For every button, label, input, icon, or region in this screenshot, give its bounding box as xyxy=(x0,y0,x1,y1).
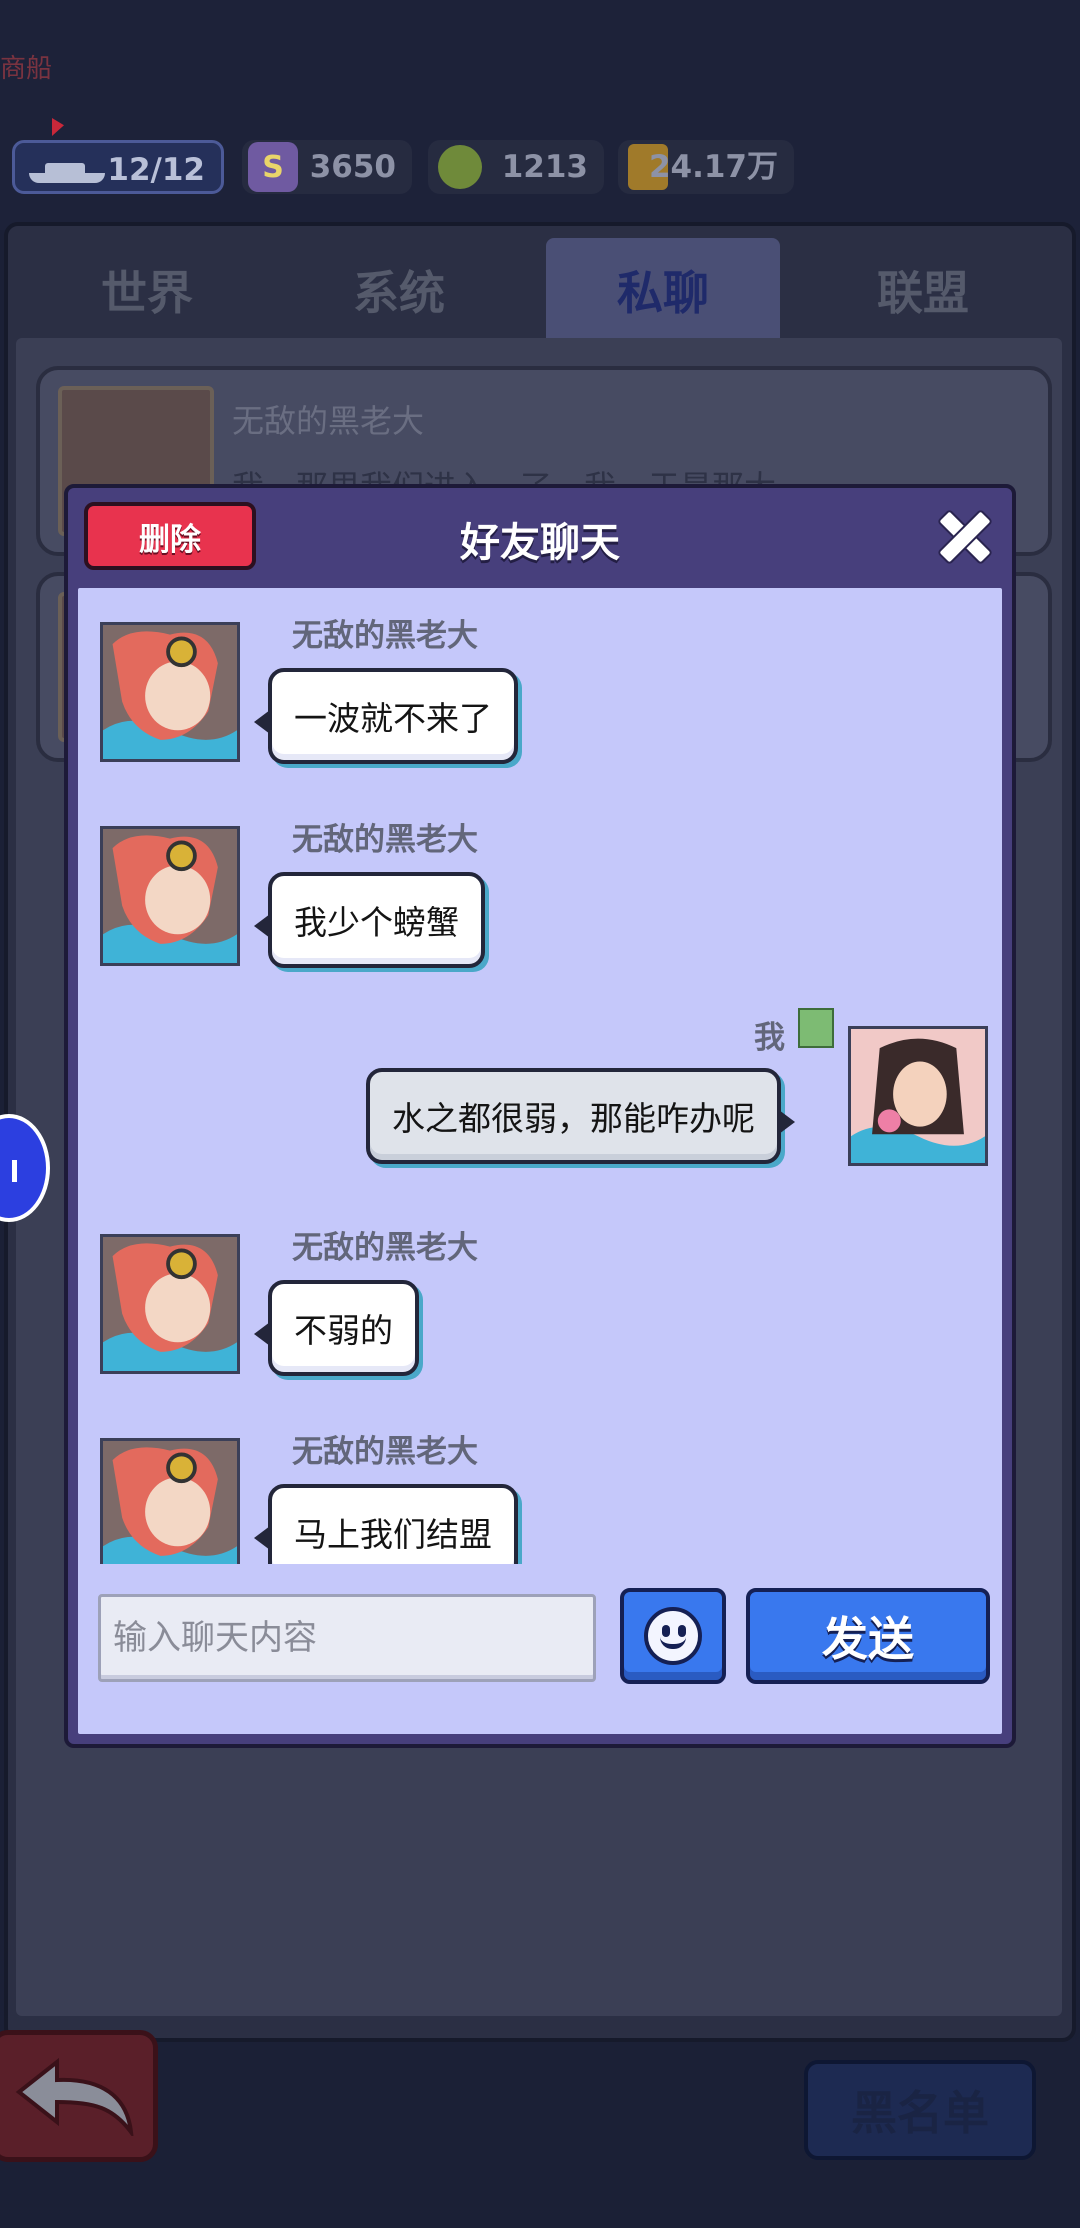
ship-count-resource[interactable]: 12/12 xyxy=(12,140,224,194)
avatar-portrait-icon xyxy=(103,625,237,759)
emoji-button[interactable] xyxy=(620,1588,726,1684)
chat-input[interactable] xyxy=(98,1594,596,1682)
chat-input-row: 发送 xyxy=(78,1588,1002,1698)
coin-icon: S xyxy=(248,142,298,192)
friend-chat-dialog: 删除 好友聊天 无敌的黑老大 一波就不来了 无敌的黑老大 我少个螃蟹 我 水之都… xyxy=(64,484,1016,1748)
avatar[interactable] xyxy=(100,826,240,966)
message-bubble: 我少个螃蟹 xyxy=(254,872,485,968)
send-button[interactable]: 发送 xyxy=(746,1588,990,1684)
my-message-bubble: 水之都很弱，那能咋办呢 xyxy=(366,1068,795,1164)
oil-value: 24.17万 xyxy=(648,149,778,185)
coin-value: 3650 xyxy=(309,149,396,185)
coin-resource[interactable]: S 3650 xyxy=(242,140,412,194)
avatar-portrait-icon xyxy=(103,829,237,963)
tab-system[interactable]: 系统 xyxy=(282,238,516,342)
avatar[interactable] xyxy=(100,622,240,762)
blacklist-button[interactable]: 黑名单 xyxy=(804,2060,1036,2160)
message-bubble: 一波就不来了 xyxy=(254,668,518,764)
dialog-body: 无敌的黑老大 一波就不来了 无敌的黑老大 我少个螃蟹 我 水之都很弱，那能咋办呢… xyxy=(78,588,1002,1734)
ship-count-value: 12/12 xyxy=(107,152,205,188)
my-avatar[interactable] xyxy=(848,1026,988,1166)
message-bubble: 马上我们结盟 xyxy=(254,1484,518,1564)
vip-badge-icon xyxy=(798,1008,834,1048)
tab-private[interactable]: 私聊 xyxy=(546,238,780,342)
avatar-portrait-icon xyxy=(103,1441,237,1564)
avatar-portrait-icon xyxy=(103,1237,237,1371)
sender-name: 无敌的黑老大 xyxy=(292,822,478,858)
conversation-name: 无敌的黑老大 xyxy=(232,402,425,440)
message-list[interactable]: 无敌的黑老大 一波就不来了 无敌的黑老大 我少个螃蟹 我 水之都很弱，那能咋办呢… xyxy=(78,588,1002,1564)
ship-icon xyxy=(29,157,105,183)
sender-name: 无敌的黑老大 xyxy=(292,618,478,654)
message-bubble: 不弱的 xyxy=(254,1280,419,1376)
sender-name: 无敌的黑老大 xyxy=(292,1230,478,1266)
avatar[interactable] xyxy=(100,1234,240,1374)
game-title: 商船 xyxy=(0,54,53,84)
sender-name-me: 我 xyxy=(754,1020,785,1056)
menu-icon xyxy=(12,1160,32,1182)
dialog-title: 好友聊天 xyxy=(460,520,620,566)
avatar-portrait-icon xyxy=(851,1029,985,1163)
food-resource[interactable]: 1213 xyxy=(428,140,604,194)
smiley-icon xyxy=(644,1607,702,1665)
sender-name: 无敌的黑老大 xyxy=(292,1434,478,1470)
food-icon xyxy=(438,145,482,189)
oil-resource[interactable]: 24.17万 xyxy=(618,140,794,194)
food-value: 1213 xyxy=(501,149,588,185)
close-icon[interactable] xyxy=(930,502,994,566)
tab-alliance[interactable]: 联盟 xyxy=(806,238,1040,342)
back-arrow-icon xyxy=(15,2057,134,2136)
chat-tabs: 世界 系统 私聊 联盟 xyxy=(30,238,1050,342)
back-button[interactable] xyxy=(0,2030,158,2162)
tab-world[interactable]: 世界 xyxy=(30,238,264,342)
avatar[interactable] xyxy=(100,1438,240,1564)
